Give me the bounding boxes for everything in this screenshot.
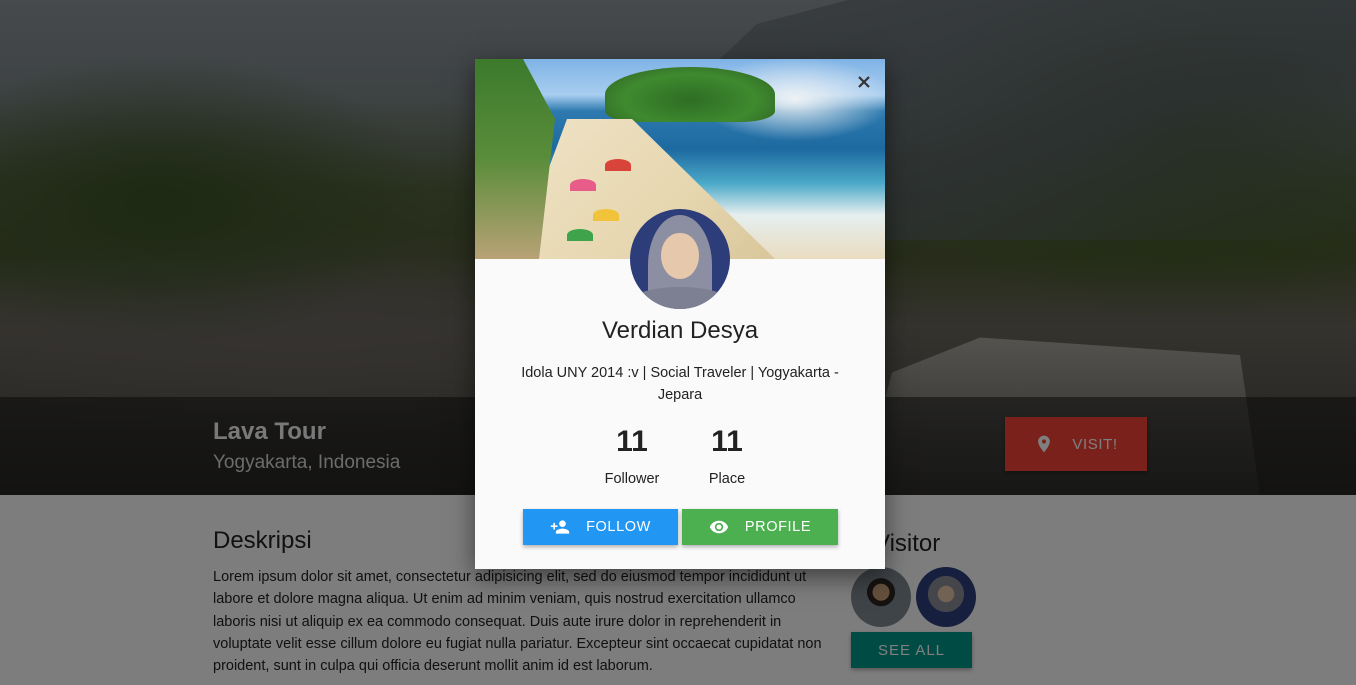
cover-umbrella	[605, 159, 631, 171]
eye-icon	[709, 520, 729, 534]
place-count: 11	[711, 425, 743, 458]
profile-button-label: PROFILE	[744, 519, 812, 535]
cover-umbrella	[567, 229, 593, 241]
profile-modal: Verdian Desya Idola UNY 2014 :v | Social…	[475, 59, 885, 569]
cover-umbrella	[593, 209, 619, 221]
profile-name: Verdian Desya	[601, 317, 759, 344]
close-button[interactable]	[853, 71, 875, 93]
profile-avatar	[630, 209, 730, 309]
follower-count: 11	[616, 425, 648, 458]
cover-island	[605, 67, 775, 122]
profile-bio: Idola UNY 2014 :v | Social Traveler | Yo…	[521, 365, 839, 403]
cover-umbrella	[570, 179, 596, 191]
place-stat: 11 Place	[682, 425, 772, 487]
follow-button-label: FOLLOW	[586, 519, 651, 535]
follow-button[interactable]: FOLLOW	[523, 509, 678, 545]
follower-stat: 11 Follower	[587, 425, 677, 487]
follower-label: Follower	[604, 471, 660, 487]
profile-button[interactable]: PROFILE	[682, 509, 838, 545]
close-icon	[858, 76, 870, 88]
add-person-icon	[550, 520, 570, 534]
place-label: Place	[708, 471, 746, 487]
